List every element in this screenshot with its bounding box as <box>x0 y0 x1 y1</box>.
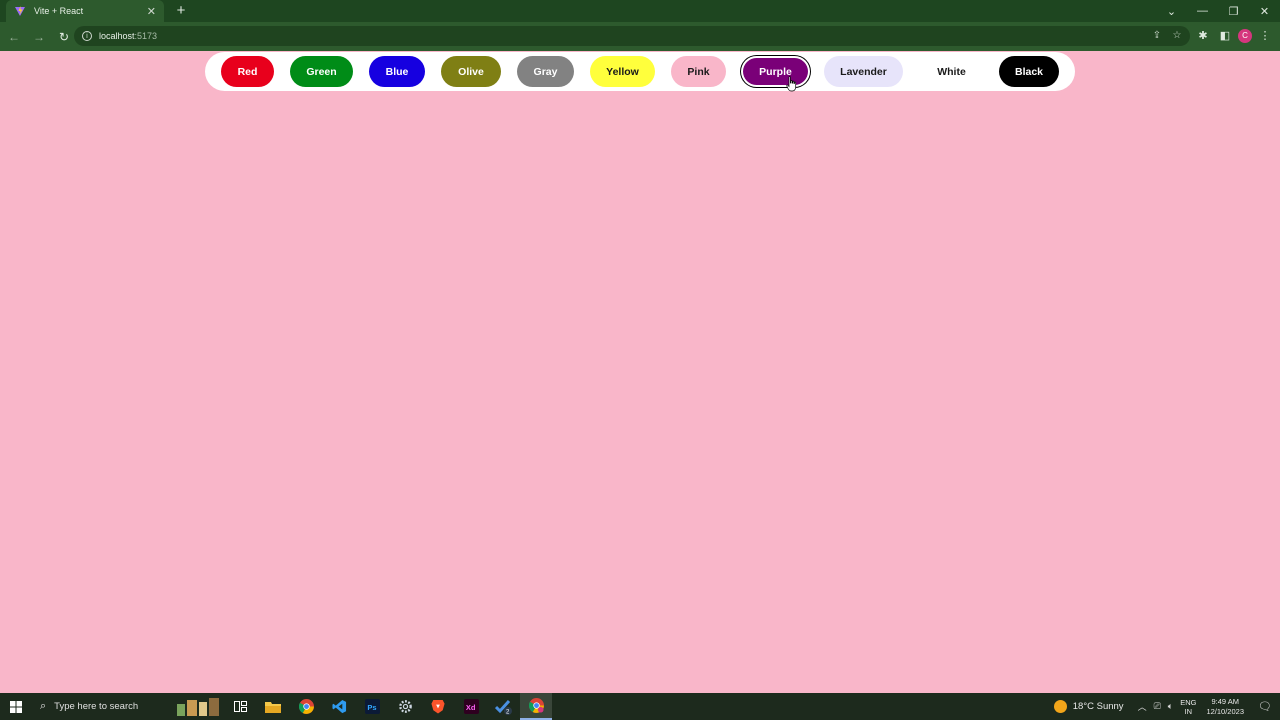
reload-icon[interactable]: ↻ <box>53 26 75 48</box>
volume-icon[interactable]: 🔈︎ <box>1168 701 1173 712</box>
color-button-olive[interactable]: Olive <box>441 56 501 87</box>
window-controls: ⌄ — ❐ ✕ <box>1156 0 1280 22</box>
color-button-green[interactable]: Green <box>290 56 353 87</box>
notifications-icon[interactable]: 🗨︎ <box>1254 700 1276 713</box>
clock-date: 12/10/2023 <box>1206 706 1244 716</box>
hand-cursor-icon <box>786 76 797 92</box>
search-icon: ⌕ <box>40 700 47 712</box>
browser-toolbar: ← → ↻ i localhost:5173 ⇪ ☆ ✱ ◧ C ⋮ <box>0 22 1280 51</box>
color-button-bar: Red Green Blue Olive Gray Yellow Pink Purple Lav… <box>205 52 1075 91</box>
tab-title: Vite + React <box>34 6 84 16</box>
task-view-icon[interactable] <box>224 693 256 720</box>
profile-avatar[interactable]: C <box>1238 29 1252 43</box>
weather-text[interactable]: 18°C Sunny <box>1073 701 1124 712</box>
news-widget-icon[interactable] <box>175 696 223 717</box>
clock-time: 9:49 AM <box>1211 696 1239 706</box>
chrome-profile-active-icon[interactable] <box>520 693 552 720</box>
clock[interactable]: 9:49 AM 12/10/2023 <box>1206 697 1244 717</box>
share-icon[interactable]: ⇪ <box>1150 29 1164 43</box>
taskbar-search-box[interactable]: ⌕ Type here to search <box>32 693 172 720</box>
todo-app-icon[interactable]: 2 <box>488 693 520 720</box>
forward-icon[interactable]: → <box>28 26 50 48</box>
brave-browser-icon[interactable] <box>422 693 454 720</box>
system-tray: 18°C Sunny ︿ ⎚ 🔈︎ ENG IN 9:49 AM 12/10/2… <box>1053 693 1280 720</box>
minimize-icon[interactable]: — <box>1187 0 1218 22</box>
color-button-gray[interactable]: Gray <box>517 56 574 87</box>
color-button-yellow[interactable]: Yellow <box>590 56 655 87</box>
vscode-icon[interactable] <box>323 693 355 720</box>
browser-tab-bar: Vite + React ✕ + ⌄ — ❐ ✕ <box>0 0 1280 22</box>
url-host: localhost <box>99 31 135 41</box>
adobe-xd-icon[interactable]: Xd <box>455 693 487 720</box>
settings-gear-icon[interactable] <box>389 693 421 720</box>
color-button-red[interactable]: Red <box>221 56 274 87</box>
menu-kebab-icon[interactable]: ⋮ <box>1256 27 1274 45</box>
chrome-icon[interactable] <box>290 693 322 720</box>
language-region: IN <box>1184 706 1193 716</box>
bookmark-star-icon[interactable]: ☆ <box>1170 29 1184 43</box>
restore-icon[interactable]: ❐ <box>1218 0 1249 22</box>
new-tab-icon[interactable]: + <box>172 2 190 20</box>
color-button-blue[interactable]: Blue <box>369 56 425 87</box>
language-code: ENG <box>1180 697 1197 707</box>
address-bar[interactable]: i localhost:5173 ⇪ ☆ <box>74 26 1190 46</box>
photoshop-icon[interactable]: Ps <box>356 693 388 720</box>
file-explorer-icon[interactable] <box>257 693 289 720</box>
browser-tab[interactable]: Vite + React ✕ <box>6 0 164 22</box>
show-hidden-icons-chevron-icon[interactable]: ︿ <box>1138 700 1147 713</box>
network-icon[interactable]: ⎚ <box>1154 701 1161 712</box>
color-button-lavender[interactable]: Lavender <box>824 56 903 87</box>
windows-taskbar: ⌕ Type here to search Ps Xd 2 18°C Sunny… <box>0 693 1280 720</box>
color-button-pink[interactable]: Pink <box>671 56 726 87</box>
taskbar-search-placeholder: Type here to search <box>54 701 139 712</box>
extensions-icon[interactable]: ✱ <box>1194 27 1212 45</box>
back-icon[interactable]: ← <box>3 26 25 48</box>
color-button-purple[interactable]: Purple <box>743 58 808 85</box>
color-button-black[interactable]: Black <box>999 56 1059 87</box>
side-panel-icon[interactable]: ◧ <box>1216 27 1234 45</box>
windows-start-icon[interactable] <box>0 693 32 720</box>
svg-text:Xd: Xd <box>465 703 475 712</box>
close-window-icon[interactable]: ✕ <box>1249 0 1280 22</box>
vite-favicon-icon <box>15 6 25 16</box>
weather-sun-icon[interactable] <box>1053 700 1067 713</box>
svg-text:Ps: Ps <box>367 703 376 712</box>
close-tab-icon[interactable]: ✕ <box>147 5 156 18</box>
url-text: localhost:5173 <box>99 31 157 41</box>
tab-search-chevron-icon[interactable]: ⌄ <box>1156 0 1187 22</box>
url-port: :5173 <box>134 31 158 41</box>
color-button-white[interactable]: White <box>914 56 989 87</box>
language-indicator[interactable]: ENG IN <box>1180 698 1196 716</box>
site-info-icon[interactable]: i <box>82 31 92 41</box>
